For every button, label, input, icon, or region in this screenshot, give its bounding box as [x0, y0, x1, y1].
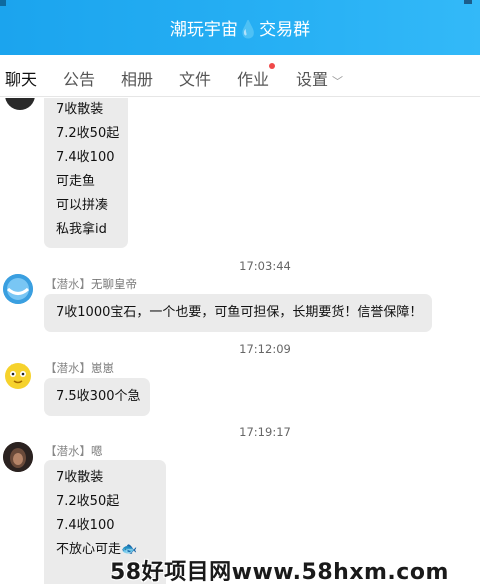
- avatar-image: [3, 442, 33, 472]
- member-role: 【潜水】: [45, 444, 91, 458]
- tab-files[interactable]: 文件: [179, 66, 211, 90]
- message-line: 7.4收100: [56, 518, 115, 533]
- member-name[interactable]: 无聊皇帝: [91, 277, 137, 291]
- tab-album[interactable]: 相册: [121, 66, 153, 90]
- message-line: 7收1000宝石，一个也要，可鱼可担保，长期要货！信誉保障！: [56, 305, 423, 320]
- tab-label: 公告: [63, 70, 96, 89]
- window-corner-right: [464, 0, 472, 4]
- tab-bar: 聊天 公告 相册 文件 作业 设置 ﹀: [0, 55, 480, 101]
- message-line: 7收散装: [56, 470, 104, 485]
- tab-settings[interactable]: 设置 ﹀: [296, 66, 343, 90]
- tab-label: 设置: [296, 70, 329, 89]
- message-timestamp: 17:12:09: [239, 342, 291, 356]
- member-role: 【潜水】: [45, 361, 91, 375]
- message-line: 7.5收300个急: [56, 389, 141, 404]
- message-bubble[interactable]: 7收散装 7.2收50起 7.4收100 可走鱼 可以拼凑 私我拿id: [44, 98, 128, 248]
- tab-homework[interactable]: 作业: [237, 63, 276, 90]
- message-timestamp: 17:19:17: [239, 425, 291, 439]
- message-line: 7.4收100: [56, 150, 115, 165]
- avatar[interactable]: [3, 360, 33, 390]
- tab-label: 文件: [179, 70, 212, 89]
- sender-name: 【潜水】崽崽: [45, 360, 114, 376]
- avatar[interactable]: [3, 442, 33, 472]
- tab-label: 聊天: [5, 70, 38, 89]
- sender-name: 【潜水】无聊皇帝: [45, 276, 137, 292]
- group-title: 潮玩宇宙💧交易群: [169, 20, 311, 40]
- member-name[interactable]: 崽崽: [91, 361, 114, 375]
- sender-name: 【潜水】嗯: [45, 443, 103, 459]
- tab-label: 相册: [121, 70, 154, 89]
- window-corner: [0, 0, 6, 6]
- chevron-down-icon: ﹀: [332, 75, 344, 88]
- avatar[interactable]: [5, 98, 35, 110]
- message-line: 7.2收50起: [56, 494, 120, 509]
- member-name[interactable]: 嗯: [91, 444, 103, 458]
- avatar-image: [5, 363, 31, 389]
- chat-area[interactable]: 7收散装 7.2收50起 7.4收100 可走鱼 可以拼凑 私我拿id 17:0…: [0, 98, 480, 584]
- tab-announcement[interactable]: 公告: [63, 66, 95, 90]
- watermark: 58好项目网www.58hxm.com: [110, 560, 449, 584]
- message-bubble[interactable]: 7收1000宝石，一个也要，可鱼可担保，长期要货！信誉保障！: [44, 294, 432, 332]
- message-line: 7.2收50起: [56, 126, 120, 141]
- message-timestamp: 17:03:44: [239, 259, 291, 273]
- title-bar: 潮玩宇宙💧交易群: [0, 0, 480, 55]
- member-role: 【潜水】: [45, 277, 91, 291]
- avatar[interactable]: [3, 274, 33, 304]
- message-bubble[interactable]: 7.5收300个急: [44, 378, 150, 416]
- notification-dot: [269, 63, 276, 69]
- message-line: 7收散装: [56, 102, 104, 117]
- message-line: 可以拼凑: [56, 198, 109, 213]
- tab-label: 作业: [237, 70, 270, 89]
- message-line: 可走鱼: [56, 174, 96, 189]
- tab-chat[interactable]: 聊天: [2, 66, 40, 101]
- message-line: 私我拿id: [56, 222, 107, 237]
- avatar-image: [3, 274, 33, 304]
